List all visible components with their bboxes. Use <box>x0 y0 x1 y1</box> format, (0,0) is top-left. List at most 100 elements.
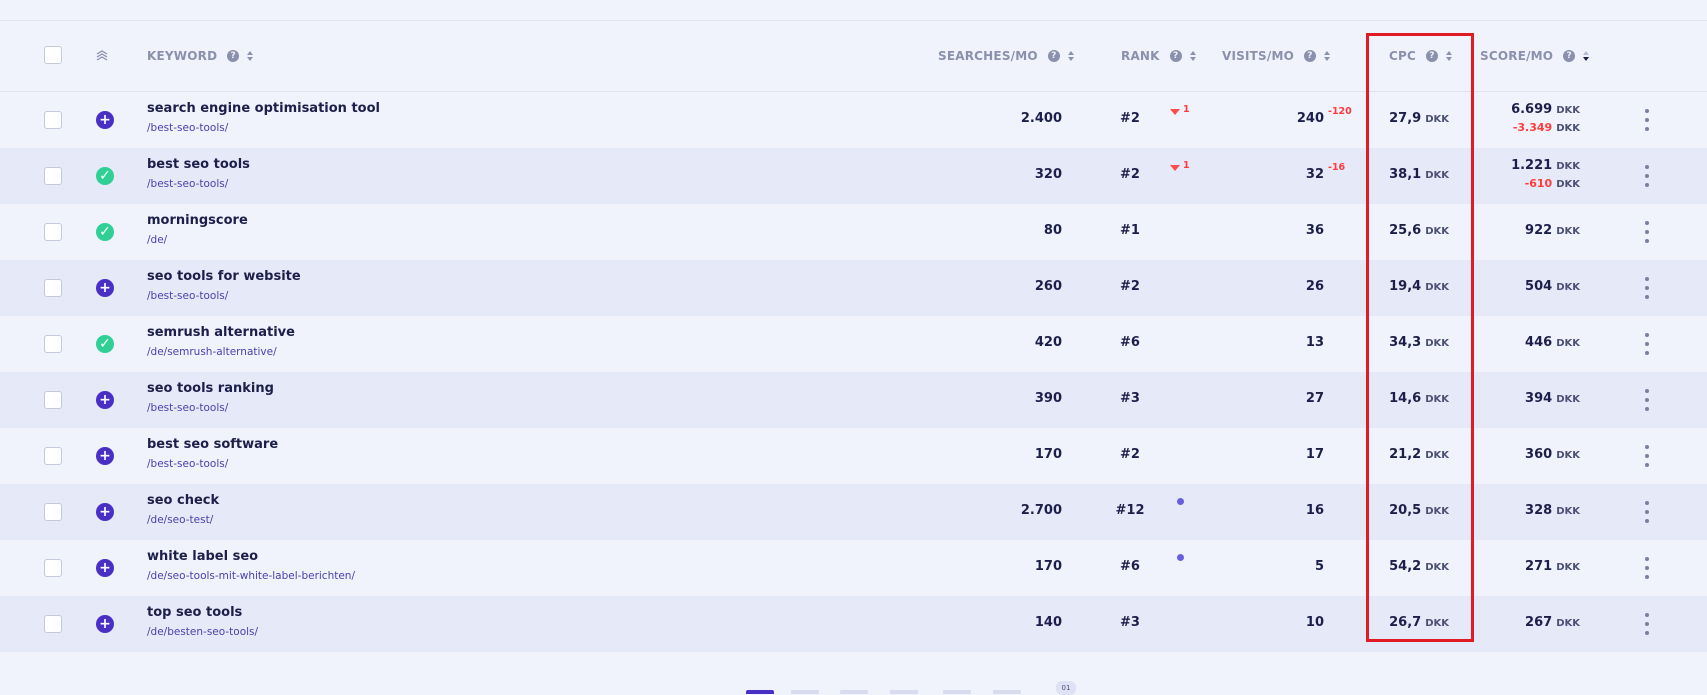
keyword-text[interactable]: white label seo <box>147 549 258 564</box>
more-options-icon[interactable] <box>1644 165 1650 187</box>
add-icon[interactable]: + <box>96 111 114 129</box>
sort-icon[interactable] <box>1189 50 1197 62</box>
rank-value: #6 <box>1120 559 1140 574</box>
sort-desc-icon[interactable] <box>1582 50 1590 62</box>
table-row[interactable]: + search engine optimisation tool/best-se… <box>0 92 1707 148</box>
table-row[interactable]: + best seo software/best-seo-tools/170 #2 1… <box>0 428 1707 484</box>
check-icon[interactable]: ✓ <box>96 335 114 353</box>
row-checkbox[interactable] <box>44 167 62 185</box>
keyword-text[interactable]: seo tools for website <box>147 269 301 284</box>
help-icon[interactable]: ? <box>1304 50 1317 62</box>
check-icon[interactable]: ✓ <box>96 223 114 241</box>
row-checkbox[interactable] <box>44 559 62 577</box>
pagination-page-button[interactable] <box>840 690 868 694</box>
column-header-searches[interactable]: SEARCHES/MO ? <box>938 21 1075 91</box>
add-icon[interactable]: + <box>96 279 114 297</box>
rank-value: #2 <box>1120 279 1140 294</box>
select-all-checkbox[interactable] <box>44 46 62 64</box>
score-value: 1.221 DKK <box>1511 158 1580 173</box>
keyword-text[interactable]: semrush alternative <box>147 325 295 340</box>
keyword-text[interactable]: seo tools ranking <box>147 381 274 396</box>
searches-value: 390 <box>1034 391 1062 406</box>
pagination-page-button[interactable] <box>791 690 819 694</box>
cpc-amount: 14,6 <box>1389 391 1422 406</box>
add-icon[interactable]: + <box>96 391 114 409</box>
row-checkbox[interactable] <box>44 503 62 521</box>
more-options-icon[interactable] <box>1644 277 1650 299</box>
table-row[interactable]: + seo check/de/seo-test/2.700 #12 16 20,5 DKK… <box>0 484 1707 540</box>
table-row[interactable]: + white label seo/de/seo-tools-mit-white-… <box>0 540 1707 596</box>
help-icon[interactable]: ? <box>1426 50 1439 62</box>
help-icon[interactable]: ? <box>1047 50 1060 62</box>
more-options-icon[interactable] <box>1644 501 1650 523</box>
ranking-url[interactable]: /best-seo-tools/ <box>147 290 228 302</box>
row-checkbox[interactable] <box>44 335 62 353</box>
check-icon[interactable]: ✓ <box>96 167 114 185</box>
pagination-page-button[interactable] <box>993 690 1021 694</box>
add-icon[interactable]: + <box>96 615 114 633</box>
more-options-icon[interactable] <box>1644 557 1650 579</box>
row-checkbox[interactable] <box>44 447 62 465</box>
table-row[interactable]: ✓ semrush alternative/de/semrush-alternat… <box>0 316 1707 372</box>
row-checkbox[interactable] <box>44 223 62 241</box>
currency-unit: DKK <box>1425 506 1449 517</box>
help-icon[interactable]: ? <box>1563 50 1576 62</box>
row-checkbox[interactable] <box>44 111 62 129</box>
table-row[interactable]: ✓ morningscore/de/80 #1 36 25,6 DKK 922 DKK <box>0 204 1707 260</box>
more-options-icon[interactable] <box>1644 109 1650 131</box>
add-icon[interactable]: + <box>96 559 114 577</box>
pagination-page-button[interactable] <box>746 690 774 694</box>
add-icon[interactable]: + <box>96 503 114 521</box>
sort-icon[interactable] <box>246 50 254 62</box>
cpc-amount: 34,3 <box>1389 335 1422 350</box>
keyword-text[interactable]: morningscore <box>147 213 248 228</box>
more-options-icon[interactable] <box>1644 221 1650 243</box>
ranking-url[interactable]: /de/besten-seo-tools/ <box>147 626 258 638</box>
ranking-url[interactable]: /best-seo-tools/ <box>147 122 228 134</box>
column-header-visits[interactable]: VISITS/MO ? <box>1222 21 1331 91</box>
table-row[interactable]: + top seo tools/de/besten-seo-tools/140 #3… <box>0 596 1707 652</box>
row-checkbox[interactable] <box>44 615 62 633</box>
more-options-icon[interactable] <box>1644 333 1650 355</box>
add-icon[interactable]: + <box>96 447 114 465</box>
more-options-icon[interactable] <box>1644 613 1650 635</box>
table-row[interactable]: + seo tools ranking/best-seo-tools/390 #3 2… <box>0 372 1707 428</box>
ranking-url[interactable]: /best-seo-tools/ <box>147 178 228 190</box>
table-row[interactable]: ✓ best seo tools/best-seo-tools/320 #2 1 32-… <box>0 148 1707 204</box>
keyword-text[interactable]: best seo software <box>147 437 278 452</box>
rank-change: 1 <box>1183 160 1190 171</box>
table-row[interactable]: + seo tools for website/best-seo-tools/26… <box>0 260 1707 316</box>
keyword-text[interactable]: seo check <box>147 493 219 508</box>
ranking-url[interactable]: /de/semrush-alternative/ <box>147 346 277 358</box>
row-checkbox[interactable] <box>44 279 62 297</box>
currency-unit: DKK <box>1425 170 1449 181</box>
column-header-keyword[interactable]: KEYWORD ? <box>147 21 254 91</box>
row-checkbox[interactable] <box>44 391 62 409</box>
sort-icon[interactable] <box>1445 50 1453 62</box>
ranking-url[interactable]: /de/seo-test/ <box>147 514 213 526</box>
layers-icon[interactable] <box>95 21 109 91</box>
column-header-rank[interactable]: RANK ? <box>1121 21 1197 91</box>
searches-value: 320 <box>1034 167 1062 182</box>
ranking-url[interactable]: /best-seo-tools/ <box>147 402 228 414</box>
visits-change: -120 <box>1328 106 1352 117</box>
currency-unit: DKK <box>1425 338 1449 349</box>
more-options-icon[interactable] <box>1644 445 1650 467</box>
column-header-score[interactable]: SCORE/MO ? <box>1480 21 1590 91</box>
sort-icon[interactable] <box>1323 50 1331 62</box>
help-icon[interactable]: ? <box>1169 50 1182 62</box>
pagination-page-button[interactable] <box>943 690 971 694</box>
keyword-text[interactable]: best seo tools <box>147 157 250 172</box>
cpc-amount: 25,6 <box>1389 223 1422 238</box>
more-options-icon[interactable] <box>1644 389 1650 411</box>
ranking-url[interactable]: /de/ <box>147 234 167 246</box>
column-header-cpc[interactable]: CPC ? <box>1389 21 1453 91</box>
sort-icon[interactable] <box>1067 50 1075 62</box>
score-amount: 922 <box>1525 223 1553 238</box>
ranking-url[interactable]: /best-seo-tools/ <box>147 458 228 470</box>
ranking-url[interactable]: /de/seo-tools-mit-white-label-berichten/ <box>147 570 355 582</box>
pagination-page-button[interactable] <box>890 690 918 694</box>
keyword-text[interactable]: top seo tools <box>147 605 242 620</box>
keyword-text[interactable]: search engine optimisation tool <box>147 101 380 116</box>
help-icon[interactable]: ? <box>227 50 240 62</box>
